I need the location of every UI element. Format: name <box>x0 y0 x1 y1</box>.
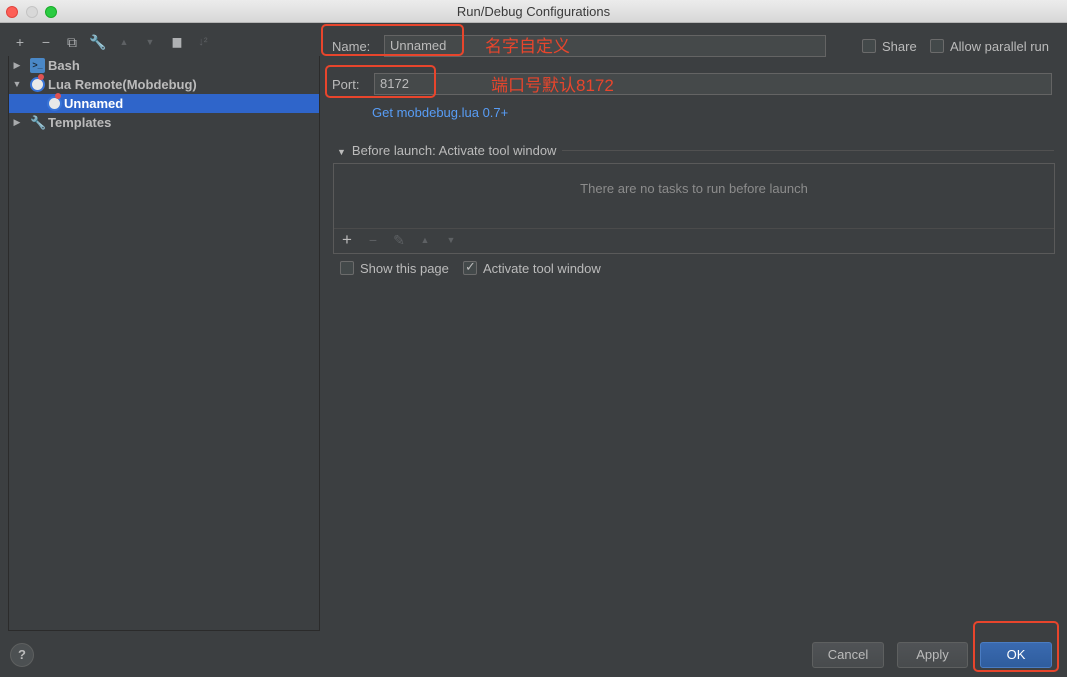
activate-tool-window-label: Activate tool window <box>483 261 601 276</box>
cancel-button[interactable]: Cancel <box>812 642 884 668</box>
port-annotation-text: 端口号默认8172 <box>491 76 614 95</box>
terminal-icon: >_ <box>30 58 45 73</box>
folder-icon[interactable]: ▆ <box>168 33 186 51</box>
copy-icon[interactable]: ⧉ <box>63 33 81 51</box>
lua-debug-icon <box>30 74 45 92</box>
move-task-up-icon[interactable]: ▲ <box>416 231 434 249</box>
remove-task-icon[interactable]: − <box>364 231 382 249</box>
move-task-down-icon[interactable]: ▼ <box>442 231 460 249</box>
wrench-icon: 🔧 <box>30 115 47 130</box>
configurations-toolbar: + − ⧉ 🔧 ▲ ▼ ▆ ↓² <box>8 30 320 56</box>
help-button[interactable]: ? <box>10 643 34 667</box>
move-up-icon[interactable]: ▲ <box>115 33 133 51</box>
tree-item-bash[interactable]: ▶ >_ Bash <box>9 56 319 75</box>
window-title: Run/Debug Configurations <box>456 4 611 19</box>
section-divider <box>562 150 1054 151</box>
tree-item-label: Unnamed <box>64 96 124 111</box>
collapsed-arrow-icon[interactable]: ▶ <box>12 56 22 75</box>
before-launch-header[interactable]: ▼ Before launch: Activate tool window <box>337 143 556 158</box>
name-annotation-text: 名字自定义 <box>485 37 570 56</box>
get-mobdebug-link[interactable]: Get mobdebug.lua 0.7+ <box>372 105 508 120</box>
wrench-icon[interactable]: 🔧 <box>89 33 107 51</box>
show-this-page-checkbox[interactable] <box>340 261 354 275</box>
move-down-icon[interactable]: ▼ <box>141 33 159 51</box>
sort-icon[interactable]: ↓² <box>194 33 212 51</box>
tree-item-templates[interactable]: ▶ 🔧 Templates <box>9 113 319 132</box>
remove-icon[interactable]: − <box>37 33 55 51</box>
tree-item-unnamed[interactable]: Unnamed <box>9 93 319 113</box>
tree-item-lua-remote[interactable]: ▼ Lua Remote(Mobdebug) <box>9 74 319 94</box>
edit-task-icon[interactable]: ✎ <box>390 231 408 249</box>
name-annotation-box <box>321 24 464 56</box>
tasks-toolbar: + − ✎ ▲ ▼ <box>334 229 1054 253</box>
apply-button[interactable]: Apply <box>897 642 968 668</box>
share-checkbox[interactable] <box>862 39 876 53</box>
allow-parallel-run-label: Allow parallel run <box>950 39 1049 54</box>
add-task-icon[interactable]: + <box>338 231 356 249</box>
empty-tasks-text: There are no tasks to run before launch <box>580 181 808 196</box>
show-this-page-label: Show this page <box>360 261 449 276</box>
lua-debug-icon <box>47 93 62 111</box>
expanded-arrow-icon: ▼ <box>337 147 346 157</box>
tree-item-label: Bash <box>48 58 80 73</box>
tree-item-label: Lua Remote(Mobdebug) <box>48 77 197 92</box>
share-label: Share <box>882 39 917 54</box>
tree-item-label: Templates <box>48 115 112 130</box>
before-launch-tasks: There are no tasks to run before launch … <box>333 163 1055 254</box>
allow-parallel-run-checkbox[interactable] <box>930 39 944 53</box>
add-icon[interactable]: + <box>11 33 29 51</box>
title-bar: Run/Debug Configurations <box>0 0 1067 23</box>
port-input[interactable]: 8172 <box>374 73 1052 95</box>
expanded-arrow-icon[interactable]: ▼ <box>12 75 22 94</box>
port-annotation-box <box>325 65 436 98</box>
configurations-tree: ▶ >_ Bash ▼ Lua Remote(Mobdebug) Unnamed… <box>8 56 320 631</box>
before-launch-title: Before launch: Activate tool window <box>351 143 557 158</box>
ok-annotation-box <box>973 621 1059 672</box>
collapsed-arrow-icon[interactable]: ▶ <box>12 113 22 132</box>
activate-tool-window-checkbox[interactable] <box>463 259 477 275</box>
